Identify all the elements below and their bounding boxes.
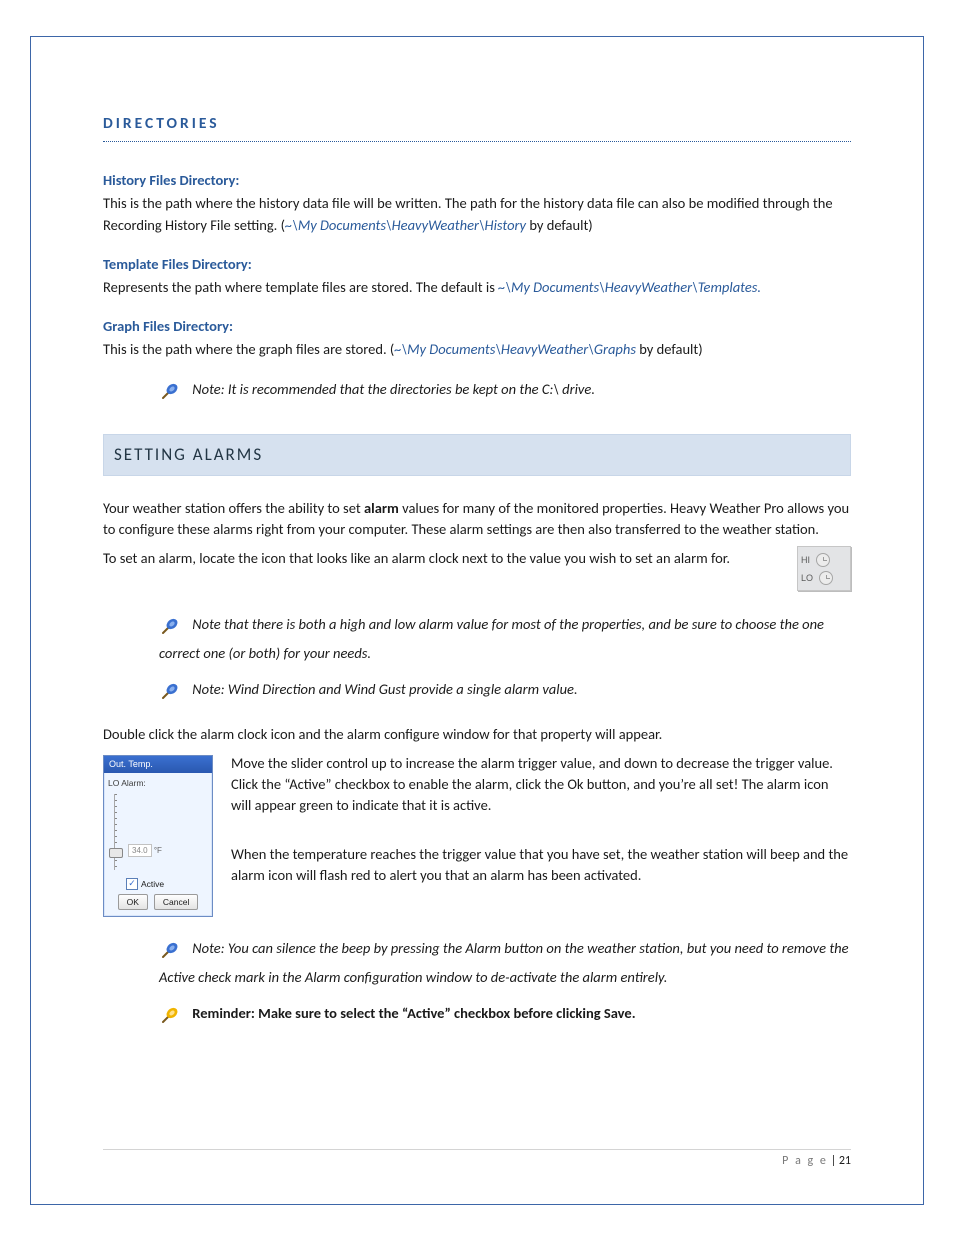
alarms-intro-1: Your weather station offers the ability … bbox=[103, 498, 851, 540]
dialog-slider-area: 34.0 °F bbox=[108, 792, 208, 872]
alarm-lo-label: LO bbox=[801, 572, 813, 585]
history-files-title: History Files Directory: bbox=[103, 170, 851, 191]
slider-text-2: When the temperature reaches the trigger… bbox=[103, 844, 851, 886]
graph-path: ~\My Documents\HeavyWeather\Graphs bbox=[394, 340, 636, 358]
pushpin-icon bbox=[159, 937, 183, 967]
note-alarms-2: Note: Wind Direction and Wind Gust provi… bbox=[159, 678, 851, 708]
alarm-hi-label: HI bbox=[801, 554, 810, 567]
alarm-hilo-figure: HI LO bbox=[797, 546, 851, 591]
clock-icon bbox=[816, 553, 830, 567]
pushpin-icon bbox=[159, 378, 183, 408]
dialog-title: Out. Temp. bbox=[104, 756, 212, 773]
slider-thumb[interactable] bbox=[109, 848, 123, 858]
dialog-value: 34.0 bbox=[128, 844, 152, 858]
dialog-buttons: OK Cancel bbox=[108, 890, 208, 912]
dialog-body: LO Alarm: 34.0 °F ✓ bbox=[104, 773, 212, 916]
page-border: DIRECTORIES History Files Directory: Thi… bbox=[30, 36, 924, 1205]
note-directories: Note: It is recommended that the directo… bbox=[159, 378, 851, 408]
template-files-section: Template Files Directory: Represents the… bbox=[103, 254, 851, 298]
alarm-locate-row: HI LO To set an alarm, locate the icon t… bbox=[103, 548, 851, 591]
template-files-text: Represents the path where template files… bbox=[103, 277, 851, 298]
graph-files-title: Graph Files Directory: bbox=[103, 316, 851, 337]
active-label: Active bbox=[141, 878, 164, 890]
footer-label: P a g e bbox=[782, 1154, 828, 1168]
footer-page-number: 21 bbox=[839, 1154, 851, 1168]
dialog-active-row: ✓ Active bbox=[126, 878, 208, 890]
reminder: Reminder: Make sure to select the “Activ… bbox=[159, 1002, 851, 1032]
alarms-intro-2: To set an alarm, locate the icon that lo… bbox=[103, 548, 851, 569]
active-checkbox[interactable]: ✓ bbox=[126, 878, 138, 890]
note-alarms-2-text: Note: Wind Direction and Wind Gust provi… bbox=[192, 680, 577, 698]
note-alarms-1-text: Note that there is both a high and low a… bbox=[159, 615, 824, 662]
page-footer: P a g e | 21 bbox=[103, 1149, 851, 1168]
content: DIRECTORIES History Files Directory: Thi… bbox=[103, 113, 851, 1032]
graph-text-2: by default) bbox=[636, 340, 703, 358]
slider-text-1: Move the slider control up to increase t… bbox=[103, 753, 851, 816]
history-text-2: by default) bbox=[526, 216, 593, 234]
intro1b: alarm bbox=[364, 499, 399, 517]
history-path: ~\My Documents\HeavyWeather\History bbox=[285, 216, 526, 234]
graph-text-1: This is the path where the graph files a… bbox=[103, 340, 394, 358]
note-alarms-3-text: Note: You can silence the beep by pressi… bbox=[159, 939, 849, 986]
alarm-hi-row: HI bbox=[801, 551, 847, 569]
history-files-text: This is the path where the history data … bbox=[103, 193, 851, 235]
graph-files-text: This is the path where the graph files a… bbox=[103, 339, 851, 360]
template-files-title: Template Files Directory: bbox=[103, 254, 851, 275]
double-click-text: Double click the alarm clock icon and th… bbox=[103, 724, 851, 745]
template-path: ~\My Documents\HeavyWeather\Templates. bbox=[498, 278, 761, 296]
graph-files-section: Graph Files Directory: This is the path … bbox=[103, 316, 851, 360]
dialog-label: LO Alarm: bbox=[108, 777, 208, 789]
pushpin-icon bbox=[159, 613, 183, 643]
intro1a: Your weather station offers the ability … bbox=[103, 499, 364, 517]
slider-track bbox=[114, 794, 117, 870]
note-directories-text: Note: It is recommended that the directo… bbox=[192, 380, 595, 398]
alarm-dialog-figure: Out. Temp. LO Alarm: 34.0 °F bbox=[103, 755, 213, 917]
cancel-button[interactable]: Cancel bbox=[154, 894, 198, 910]
template-text-1: Represents the path where template files… bbox=[103, 278, 498, 296]
page: DIRECTORIES History Files Directory: Thi… bbox=[0, 0, 954, 1235]
heading-setting-alarms: SETTING ALARMS bbox=[103, 434, 851, 477]
dialog-value-area: 34.0 °F bbox=[128, 844, 162, 858]
ok-button[interactable]: OK bbox=[118, 894, 148, 910]
footer-sep: | bbox=[828, 1154, 839, 1168]
note-alarms-1: Note that there is both a high and low a… bbox=[159, 613, 851, 664]
note-alarms-3: Note: You can silence the beep by pressi… bbox=[159, 937, 851, 988]
history-files-section: History Files Directory: This is the pat… bbox=[103, 170, 851, 235]
dialog-and-text: Out. Temp. LO Alarm: 34.0 °F bbox=[103, 753, 851, 923]
heading-directories: DIRECTORIES bbox=[103, 113, 851, 142]
dialog-slider[interactable] bbox=[108, 792, 122, 872]
pushpin-icon bbox=[159, 678, 183, 708]
clock-icon bbox=[819, 571, 833, 585]
alarm-lo-row: LO bbox=[801, 569, 847, 587]
dialog-unit: °F bbox=[154, 846, 162, 855]
pushpin-yellow-icon bbox=[159, 1002, 183, 1032]
reminder-text: Reminder: Make sure to select the “Activ… bbox=[192, 1004, 635, 1022]
